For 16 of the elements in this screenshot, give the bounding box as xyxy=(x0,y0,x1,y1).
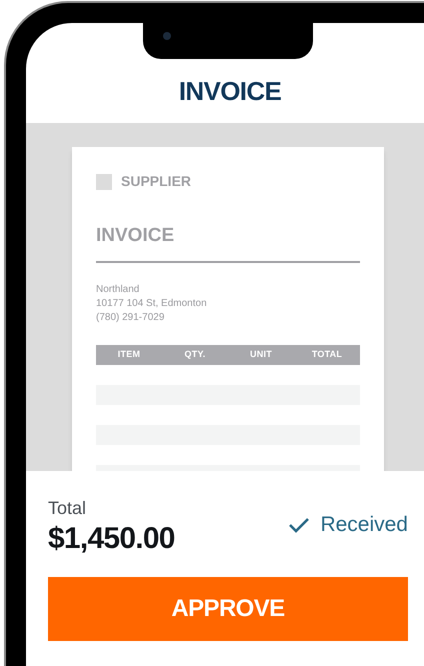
supplier-label: SUPPLIER xyxy=(121,172,192,191)
screen-title: INVOICE xyxy=(178,74,282,108)
total-label: Total xyxy=(48,497,88,520)
column-header: TOTAL xyxy=(310,348,344,361)
document-title: INVOICE xyxy=(96,224,176,248)
column-header: QTY. xyxy=(184,348,206,361)
status-label: Received xyxy=(320,512,408,538)
address-line: Northland xyxy=(96,282,140,296)
logo-placeholder-icon xyxy=(96,174,112,190)
address-line: (780) 291-7029 xyxy=(96,310,166,324)
column-header: ITEM xyxy=(116,348,142,361)
column-header: UNIT xyxy=(249,348,273,361)
address-line: 10177 104 St, Edmonton xyxy=(96,296,208,310)
approve-button[interactable]: APPROVE xyxy=(48,577,408,641)
camera-icon xyxy=(163,32,171,40)
total-amount: $1,450.00 xyxy=(48,520,175,556)
